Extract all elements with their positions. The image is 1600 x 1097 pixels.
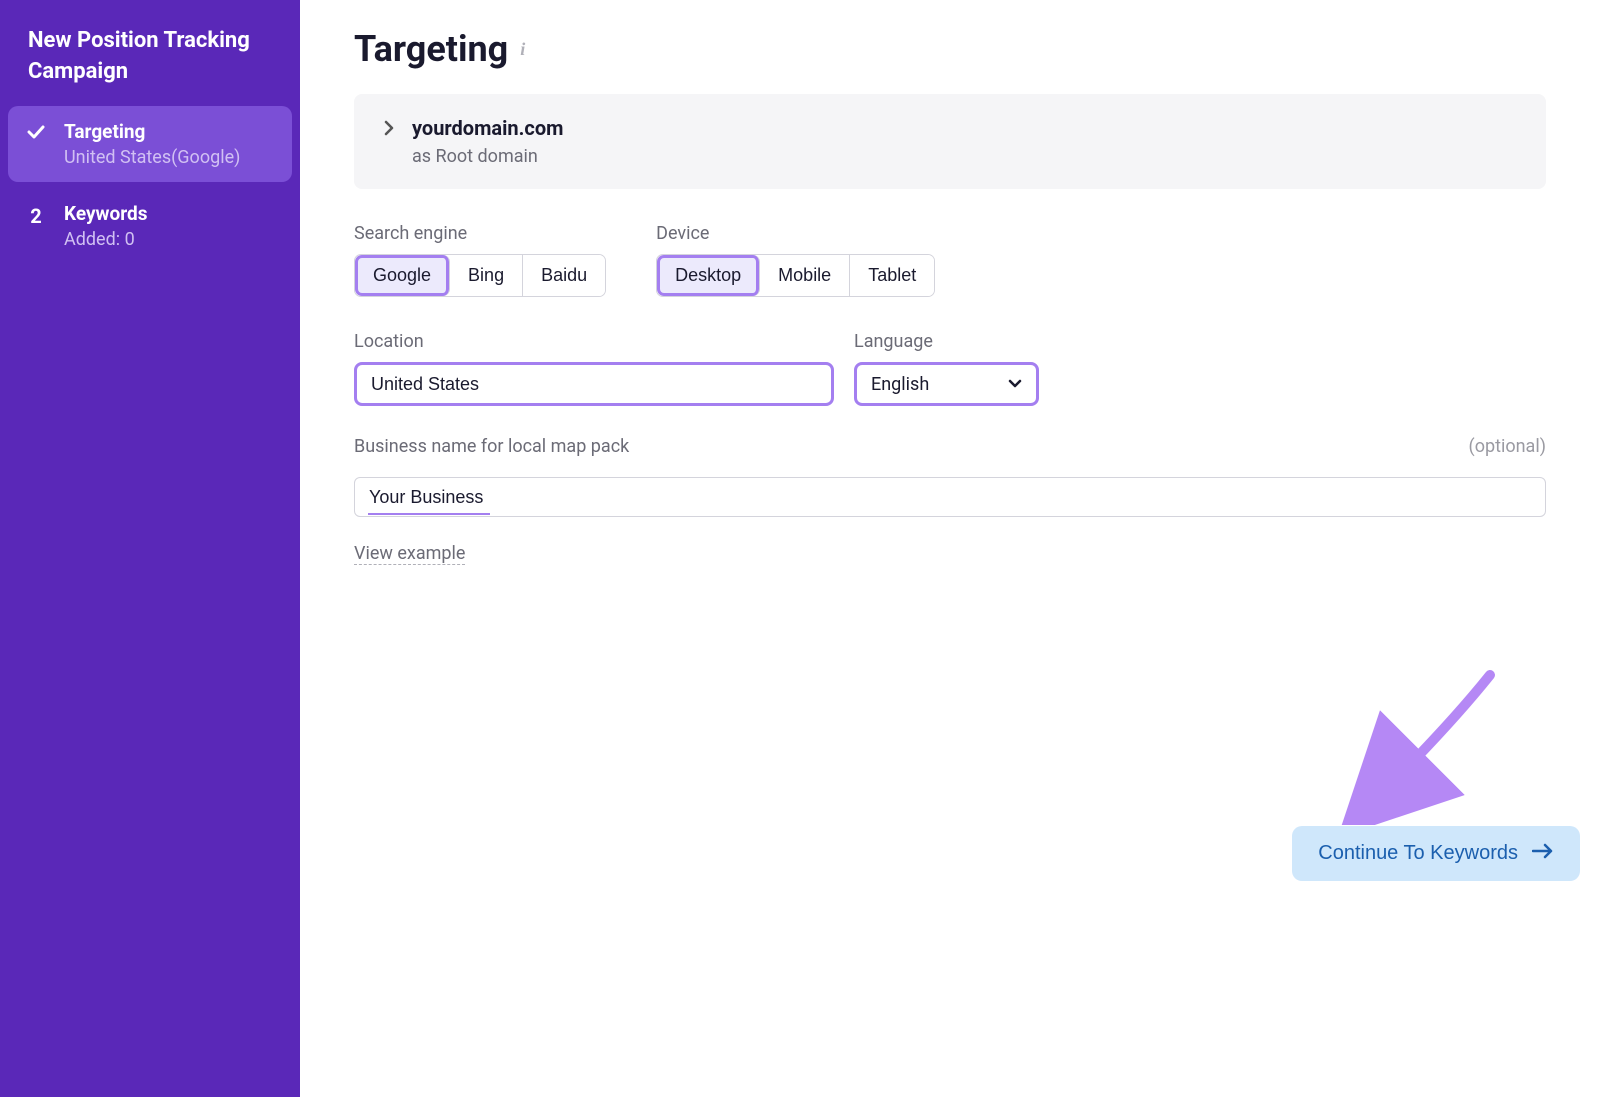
language-value: English <box>871 374 929 395</box>
step-sublabel: Added: 0 <box>64 229 280 250</box>
business-underline-annotation <box>368 513 490 515</box>
sidebar-title: New Position Tracking Campaign <box>0 26 300 106</box>
language-select[interactable]: English <box>854 362 1039 406</box>
device-toggle: Desktop Mobile Tablet <box>656 254 935 297</box>
search-engine-option-bing[interactable]: Bing <box>450 255 523 296</box>
step-sublabel: United States(Google) <box>64 147 276 168</box>
business-label: Business name for local map pack <box>354 436 629 457</box>
arrow-right-icon <box>1532 842 1554 865</box>
device-option-tablet[interactable]: Tablet <box>850 255 934 296</box>
location-label: Location <box>354 331 834 352</box>
page-title: Targeting i <box>354 28 1546 70</box>
search-engine-group: Search engine Google Bing Baidu <box>354 223 606 297</box>
search-engine-toggle: Google Bing Baidu <box>354 254 606 297</box>
device-label: Device <box>656 223 935 244</box>
device-option-desktop[interactable]: Desktop <box>657 255 760 296</box>
device-group: Device Desktop Mobile Tablet <box>656 223 935 297</box>
chevron-right-icon <box>384 120 394 140</box>
language-group: Language English <box>854 331 1039 406</box>
sidebar: New Position Tracking Campaign Targeting… <box>0 0 300 1097</box>
step-label: Keywords <box>64 202 280 225</box>
search-engine-label: Search engine <box>354 223 606 244</box>
device-option-mobile[interactable]: Mobile <box>760 255 850 296</box>
business-input[interactable] <box>354 477 1546 517</box>
language-label: Language <box>854 331 1039 352</box>
page-title-text: Targeting <box>354 28 508 70</box>
domain-card[interactable]: yourdomain.com as Root domain <box>354 94 1546 189</box>
info-icon[interactable]: i <box>520 39 525 60</box>
chevron-down-icon <box>1008 376 1022 392</box>
location-group: Location <box>354 331 834 406</box>
sidebar-step-keywords[interactable]: 2 Keywords Added: 0 <box>0 188 300 264</box>
sidebar-step-targeting[interactable]: Targeting United States(Google) <box>8 106 292 182</box>
check-icon <box>24 122 48 142</box>
business-group: Business name for local map pack (option… <box>354 436 1546 565</box>
business-optional: (optional) <box>1469 436 1546 457</box>
search-engine-option-google[interactable]: Google <box>355 255 450 296</box>
step-label: Targeting <box>64 120 276 143</box>
main-panel: Targeting i yourdomain.com as Root domai… <box>300 0 1600 1097</box>
location-input[interactable] <box>354 362 834 406</box>
annotation-arrow <box>1340 665 1500 825</box>
domain-name: yourdomain.com <box>412 116 563 140</box>
continue-button[interactable]: Continue To Keywords <box>1292 826 1580 881</box>
search-engine-option-baidu[interactable]: Baidu <box>523 255 605 296</box>
domain-type: as Root domain <box>412 146 563 167</box>
continue-label: Continue To Keywords <box>1318 842 1518 865</box>
step-number: 2 <box>24 204 48 228</box>
view-example-link[interactable]: View example <box>354 543 465 565</box>
